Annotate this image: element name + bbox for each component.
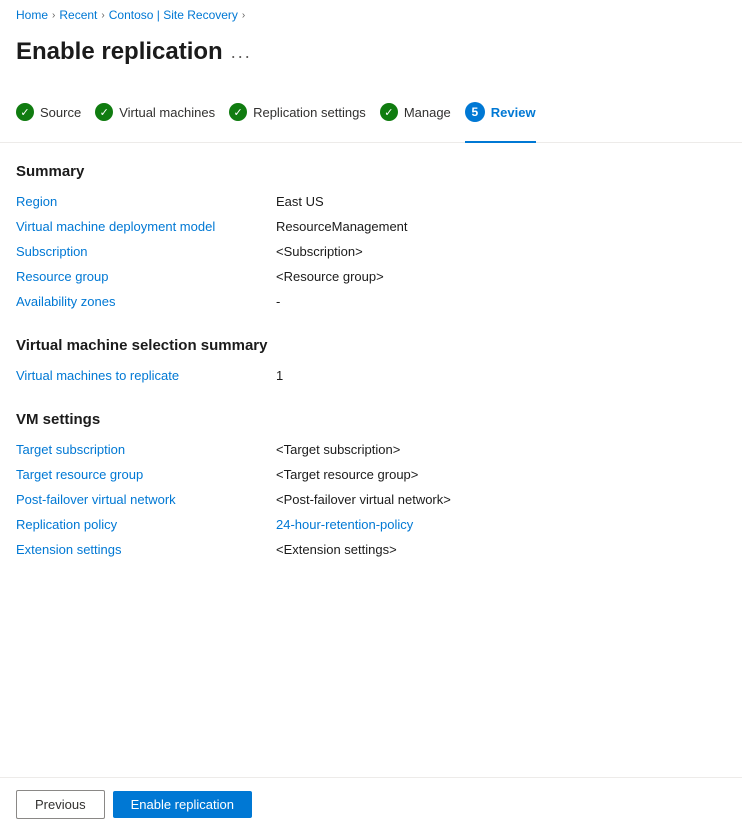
vm-selection-title: Virtual machine selection summary xyxy=(16,337,726,354)
step-label-replication-settings: Replication settings xyxy=(253,105,366,120)
vm-settings-label-replication-policy: Replication policy xyxy=(16,517,276,532)
breadcrumb-home[interactable]: Home xyxy=(16,8,48,22)
summary-label-region: Region xyxy=(16,194,276,209)
summary-label-subscription: Subscription xyxy=(16,244,276,259)
page-title-row: Enable replication ... xyxy=(0,30,742,82)
summary-value-region: East US xyxy=(276,194,726,209)
vm-settings-label-extension-settings: Extension settings xyxy=(16,542,276,557)
vm-settings-value-failover-vnet: <Post-failover virtual network> xyxy=(276,492,726,507)
vm-settings-label-target-sub: Target subscription xyxy=(16,442,276,457)
summary-label-availability-zones: Availability zones xyxy=(16,294,276,309)
step-source[interactable]: ✓ Source xyxy=(16,95,95,129)
vm-settings-title: VM settings xyxy=(16,411,726,428)
summary-value-subscription: <Subscription> xyxy=(276,244,726,259)
previous-button[interactable]: Previous xyxy=(16,790,105,819)
summary-value-vm-deployment: ResourceManagement xyxy=(276,219,726,234)
vm-selection-section: Virtual machine selection summary Virtua… xyxy=(16,337,726,383)
vm-selection-value-vms: 1 xyxy=(276,368,726,383)
summary-label-vm-deployment: Virtual machine deployment model xyxy=(16,219,276,234)
step-manage[interactable]: ✓ Manage xyxy=(380,95,465,129)
step-label-review: Review xyxy=(491,105,536,120)
summary-table: Region East US Virtual machine deploymen… xyxy=(16,194,726,309)
enable-replication-button[interactable]: Enable replication xyxy=(113,791,252,818)
vm-settings-value-replication-policy[interactable]: 24-hour-retention-policy xyxy=(276,517,726,532)
step-label-source: Source xyxy=(40,105,81,120)
vm-settings-table: Target subscription <Target subscription… xyxy=(16,442,726,557)
summary-value-resource-group: <Resource group> xyxy=(276,269,726,284)
step-check-source: ✓ xyxy=(16,103,34,121)
page-options-dots[interactable]: ... xyxy=(231,42,252,63)
step-review[interactable]: 5 Review xyxy=(465,94,550,130)
breadcrumb-sep-1: › xyxy=(52,10,55,21)
bottom-action-bar: Previous Enable replication xyxy=(0,777,742,831)
steps-bar: ✓ Source ✓ Virtual machines ✓ Replicatio… xyxy=(0,82,742,143)
summary-label-resource-group: Resource group xyxy=(16,269,276,284)
main-content: Summary Region East US Virtual machine d… xyxy=(0,163,742,601)
step-virtual-machines[interactable]: ✓ Virtual machines xyxy=(95,95,229,129)
step-replication-settings[interactable]: ✓ Replication settings xyxy=(229,95,380,129)
vm-settings-section: VM settings Target subscription <Target … xyxy=(16,411,726,557)
step-label-virtual-machines: Virtual machines xyxy=(119,105,215,120)
breadcrumb-sep-3: › xyxy=(242,10,245,21)
step-check-virtual-machines: ✓ xyxy=(95,103,113,121)
step-check-replication-settings: ✓ xyxy=(229,103,247,121)
vm-settings-label-failover-vnet: Post-failover virtual network xyxy=(16,492,276,507)
step-check-manage: ✓ xyxy=(380,103,398,121)
vm-settings-value-target-rg: <Target resource group> xyxy=(276,467,726,482)
breadcrumb-sep-2: › xyxy=(101,10,104,21)
page-title: Enable replication xyxy=(16,38,223,66)
vm-settings-label-target-rg: Target resource group xyxy=(16,467,276,482)
breadcrumb-recent[interactable]: Recent xyxy=(59,8,97,22)
step-num-review: 5 xyxy=(465,102,485,122)
step-label-manage: Manage xyxy=(404,105,451,120)
breadcrumb-contoso[interactable]: Contoso | Site Recovery xyxy=(109,8,238,22)
summary-section: Summary Region East US Virtual machine d… xyxy=(16,163,726,309)
breadcrumb: Home › Recent › Contoso | Site Recovery … xyxy=(0,0,742,30)
vm-selection-label-vms: Virtual machines to replicate xyxy=(16,368,276,383)
vm-selection-table: Virtual machines to replicate 1 xyxy=(16,368,726,383)
summary-title: Summary xyxy=(16,163,726,180)
summary-value-availability-zones: - xyxy=(276,294,726,309)
vm-settings-value-extension-settings: <Extension settings> xyxy=(276,542,726,557)
vm-settings-value-target-sub: <Target subscription> xyxy=(276,442,726,457)
